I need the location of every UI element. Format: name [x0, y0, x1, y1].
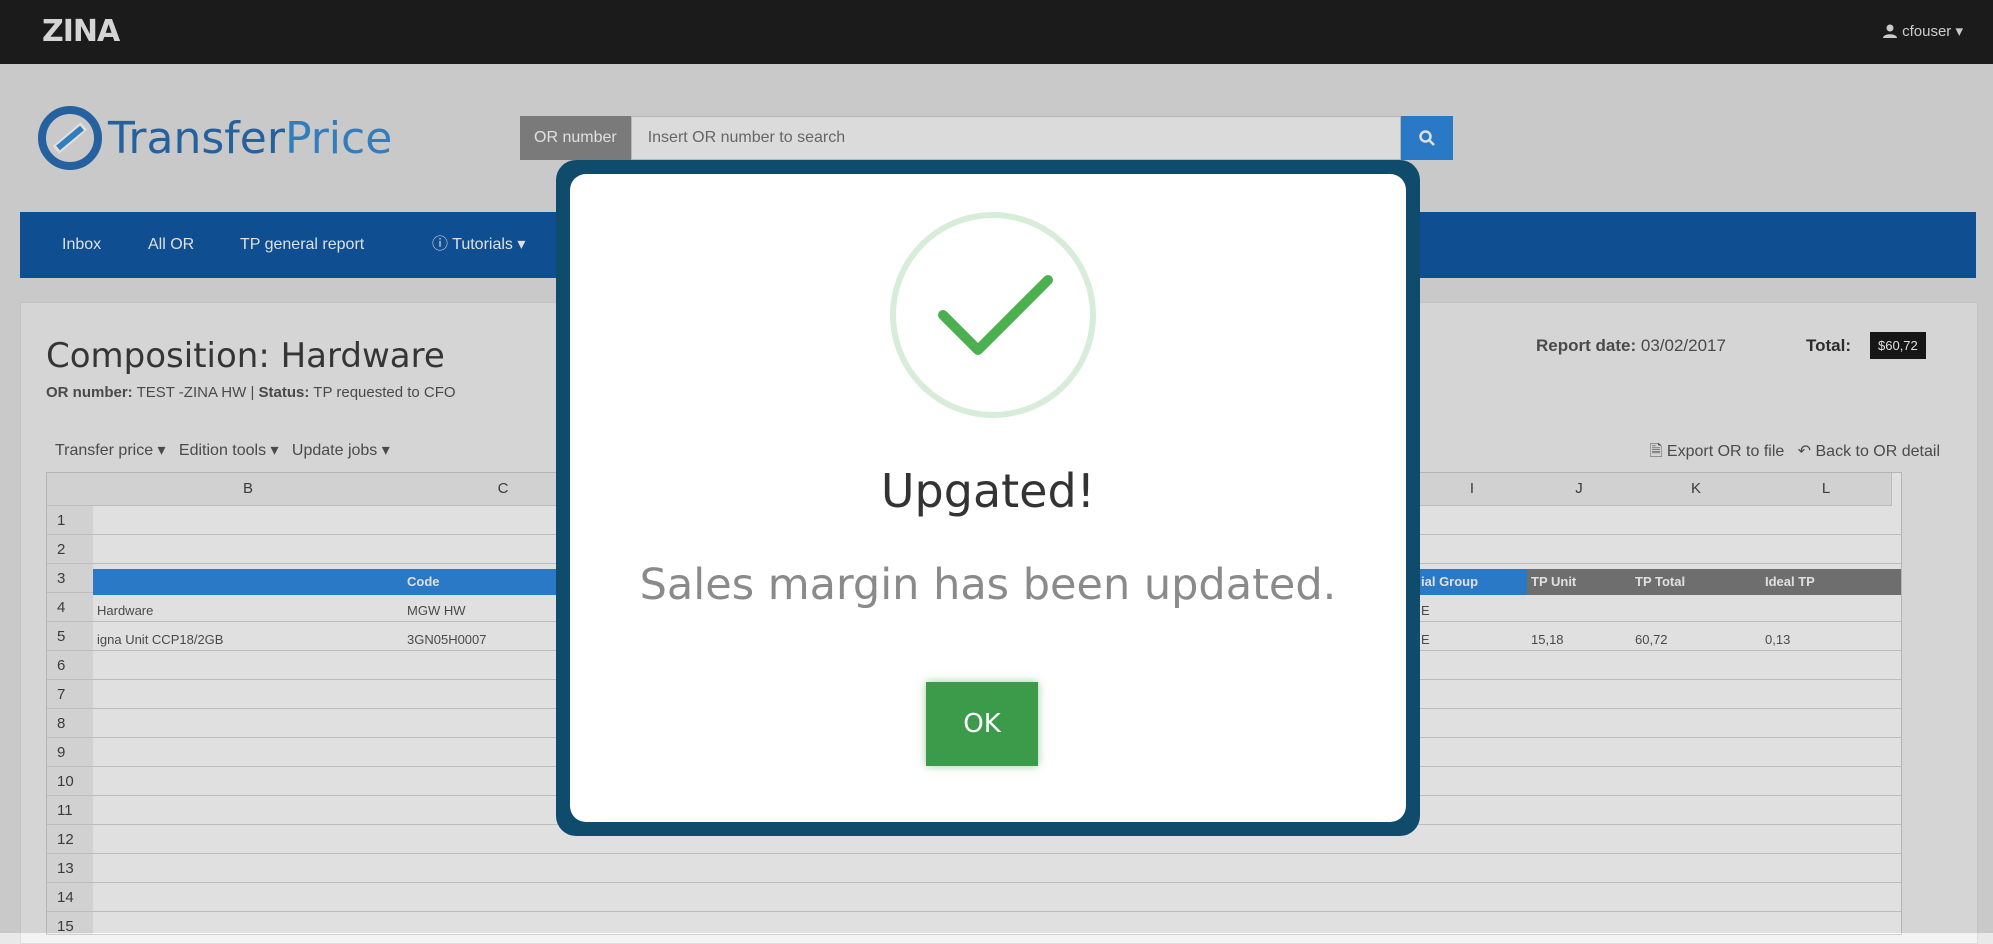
dialog-title: Upgated! — [880, 464, 1096, 518]
ok-button[interactable]: OK — [926, 682, 1038, 766]
dialog-message: Sales margin has been updated. — [639, 560, 1337, 610]
success-check-icon — [890, 212, 1096, 418]
modal-frame: Upgated! Sales margin has been updated. … — [556, 160, 1420, 836]
success-dialog: Upgated! Sales margin has been updated. … — [570, 174, 1406, 822]
